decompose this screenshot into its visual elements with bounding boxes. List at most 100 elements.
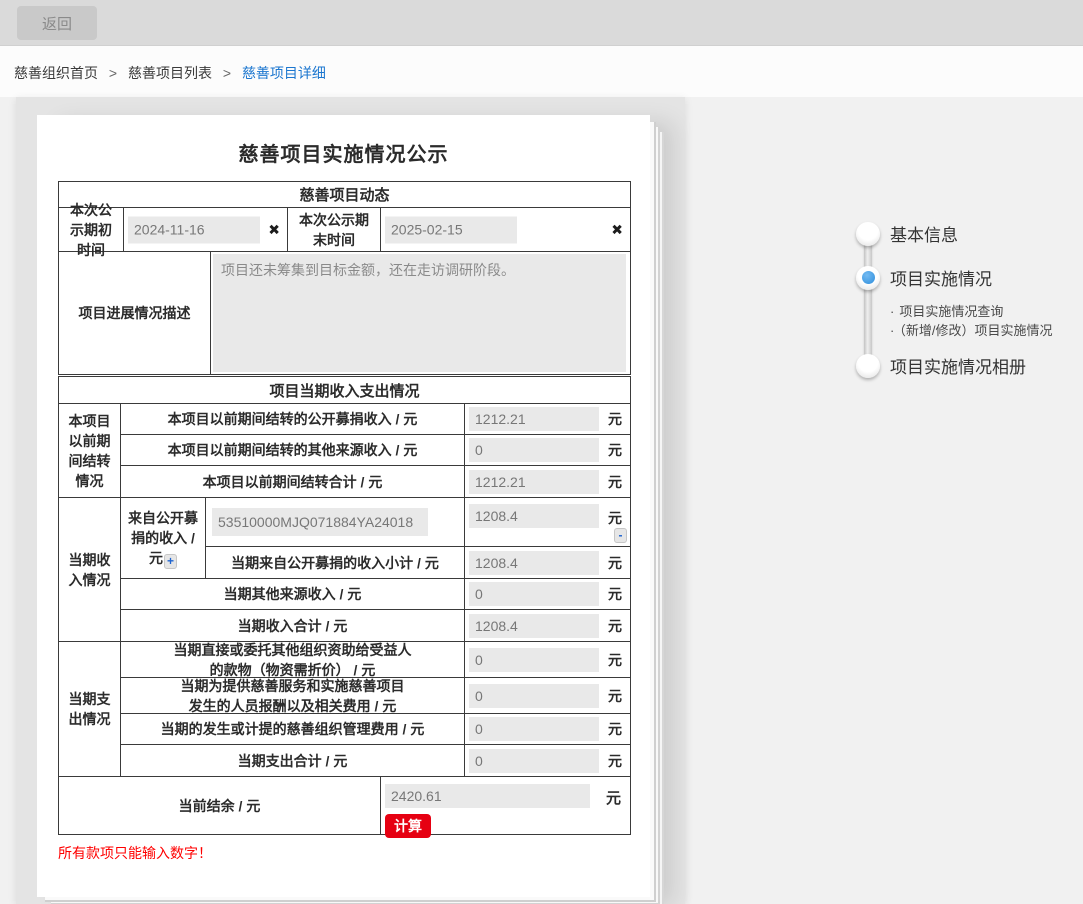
clear-end-date-icon[interactable]: ✖ (611, 221, 623, 238)
unit-label: 元 (608, 651, 622, 668)
income-total-cell: 元 (465, 610, 630, 641)
progress-description-cell: 项目还未筹集到目标金额，还在走访调研阶段。 (211, 252, 630, 374)
step-circle-active-icon (856, 265, 880, 290)
carryover-other-input[interactable] (469, 438, 599, 462)
unit-label: 元 (608, 752, 622, 769)
fundraising-subtotal-label: 当期来自公开募捐的收入小计 / 元 (206, 547, 465, 578)
stepper-subitem-label: （新增/修改）项目实施情况 (899, 323, 1053, 338)
table-row: 本项目以前期间结转合计 / 元 元 (121, 466, 630, 497)
expense-payroll-input[interactable] (469, 683, 599, 708)
unit-label: 元 (608, 442, 622, 458)
carryover-total-input[interactable] (469, 469, 599, 494)
table-row: 当期来自公开募捐的收入小计 / 元 元 (206, 547, 630, 578)
stepper-item-implementation[interactable]: 项目实施情况 (856, 265, 992, 290)
breadcrumb-separator: > (108, 65, 118, 81)
balance-cell: 元 计算 (381, 777, 630, 838)
project-dynamics-table: 慈善项目动态 本次公示期初时间 ✖ 本次公示期末时间 ✖ 项目进展情况描述 (58, 181, 631, 375)
back-button[interactable]: 返回 (17, 6, 97, 40)
table-row: 本项目以前期间结转的公开募捐收入 / 元 元 (121, 404, 630, 435)
progress-description-textarea[interactable]: 项目还未筹集到目标金额，还在走访调研阶段。 (213, 254, 626, 372)
carryover-other-cell: 元 (465, 435, 630, 465)
expense-aid-cell: 元 (465, 642, 630, 677)
breadcrumb-separator: > (222, 65, 232, 81)
stepper-subitem-label: 项目实施情况查询 (899, 304, 1004, 319)
public-fundraising-block: 来自公开募捐的收入 / 元+ 元 (121, 498, 630, 579)
stepper-item-album[interactable]: 项目实施情况相册 (856, 353, 1026, 378)
form-card: 慈善项目实施情况公示 慈善项目动态 本次公示期初时间 ✖ 本次公示期末时间 ✖ (37, 115, 650, 897)
expense-total-input[interactable] (469, 748, 599, 773)
calculate-button[interactable]: 计算 (385, 814, 431, 838)
table-row: 本项目以前期间结转的其他来源收入 / 元 元 (121, 435, 630, 466)
stepper-subitem-implementation-query[interactable]: · 项目实施情况查询 (890, 301, 1003, 320)
stepper-item-basic-info[interactable]: 基本信息 (856, 221, 958, 246)
stepper-item-label: 项目实施情况相册 (890, 358, 1026, 377)
income-group: 当期收入情况 来自公开募捐的收入 / 元 + 53510000MJQ071884… (59, 498, 630, 642)
carryover-public-cell: 元 (465, 404, 630, 434)
expense-total-cell: 元 (465, 745, 630, 776)
step-circle-icon (856, 353, 880, 378)
bullet-icon: · (890, 323, 895, 338)
breadcrumb-project-list[interactable]: 慈善项目列表 (128, 65, 212, 81)
balance-label: 当前结余 / 元 (59, 777, 381, 834)
fundraising-code-input[interactable] (212, 508, 428, 536)
fundraising-amount-input[interactable] (469, 504, 599, 528)
expense-admin-input[interactable] (469, 717, 599, 741)
page-title: 慈善项目实施情况公示 (238, 144, 449, 166)
unit-label: 元 (608, 473, 622, 490)
carryover-public-label: 本项目以前期间结转的公开募捐收入 / 元 (121, 404, 465, 434)
expense-group-label: 当期支出情况 (59, 642, 121, 776)
finance-section-header: 项目当期收入支出情况 (59, 377, 630, 404)
expense-admin-cell: 元 (465, 714, 630, 744)
content-panel: 慈善项目实施情况公示 慈善项目动态 本次公示期初时间 ✖ 本次公示期末时间 ✖ (16, 97, 685, 904)
clear-start-date-icon[interactable]: ✖ (268, 221, 280, 238)
progress-description-label: 项目进展情况描述 (59, 252, 211, 374)
income-expense-table: 项目当期收入支出情况 本项目以前期间结转情况 本项目以前期间结转的公开募捐收入 … (58, 376, 631, 838)
table-row: 当期收入合计 / 元 元 (121, 610, 630, 641)
unit-label: 元 (608, 554, 622, 571)
public-fundraising-label-text: 来自公开募捐的收入 / 元 (128, 509, 198, 566)
step-circle-icon (856, 221, 880, 246)
progress-description-row: 项目进展情况描述 项目还未筹集到目标金额，还在走访调研阶段。 (59, 252, 630, 374)
unit-label: 元 (605, 790, 621, 807)
carryover-other-label: 本项目以前期间结转的其他来源收入 / 元 (121, 435, 465, 465)
dynamics-section-header: 慈善项目动态 (59, 182, 630, 208)
expense-total-label: 当期支出合计 / 元 (121, 745, 465, 776)
numbers-only-warning: 所有款项只能输入数字！ (58, 845, 212, 861)
period-start-cell: ✖ (124, 208, 288, 251)
fundraising-code-cell (206, 498, 465, 546)
publicity-period-row: 本次公示期初时间 ✖ 本次公示期末时间 ✖ (59, 202, 630, 258)
period-start-input[interactable] (128, 216, 260, 243)
add-entry-button[interactable]: + (164, 553, 177, 569)
breadcrumb-bar: 慈善组织首页 > 慈善项目列表 > 慈善项目详细 (0, 46, 1083, 97)
period-end-cell: ✖ (381, 208, 630, 251)
breadcrumb: 慈善组织首页 > 慈善项目列表 > 慈善项目详细 (14, 63, 326, 83)
expense-payroll-label: 当期为提供慈善服务和实施慈善项目 发生的人员报酬以及相关费用 / 元 (121, 678, 465, 714)
fundraising-entry-row: 元 - (206, 498, 630, 547)
carryover-total-cell: 元 (465, 466, 630, 497)
carryover-group-label: 本项目以前期间结转情况 (59, 404, 121, 497)
income-group-label: 当期收入情况 (59, 498, 121, 641)
stepper-subitem-add-modify-implementation[interactable]: · （新增/修改）项目实施情况 (890, 320, 1052, 339)
carryover-public-input[interactable] (469, 407, 599, 431)
expense-group: 当期支出情况 当期直接或委托其他组织资助给受益人 的款物（物资需折价） / 元 … (59, 642, 630, 777)
fundraising-subtotal-input[interactable] (469, 550, 599, 575)
other-income-label: 当期其他来源收入 / 元 (121, 579, 465, 609)
remove-entry-button[interactable]: - (614, 528, 627, 543)
period-end-input[interactable] (385, 216, 517, 243)
breadcrumb-org-home[interactable]: 慈善组织首页 (14, 65, 98, 81)
stepper-item-label: 基本信息 (890, 226, 958, 245)
period-end-label: 本次公示期末时间 (288, 208, 381, 251)
income-total-input[interactable] (469, 613, 599, 638)
expense-aid-input[interactable] (469, 647, 599, 672)
carryover-total-label: 本项目以前期间结转合计 / 元 (121, 466, 465, 497)
other-income-input[interactable] (469, 582, 599, 606)
period-start-label: 本次公示期初时间 (59, 202, 124, 258)
unit-label: 元 (608, 411, 622, 427)
balance-input[interactable] (385, 784, 590, 808)
balance-row: 当前结余 / 元 元 计算 (59, 777, 630, 838)
table-row: 当期支出合计 / 元 元 (121, 745, 630, 776)
expense-aid-label: 当期直接或委托其他组织资助给受益人 的款物（物资需折价） / 元 (121, 642, 465, 678)
breadcrumb-project-detail: 慈善项目详细 (241, 65, 326, 81)
bullet-icon: · (890, 304, 895, 319)
other-income-cell: 元 (465, 579, 630, 609)
